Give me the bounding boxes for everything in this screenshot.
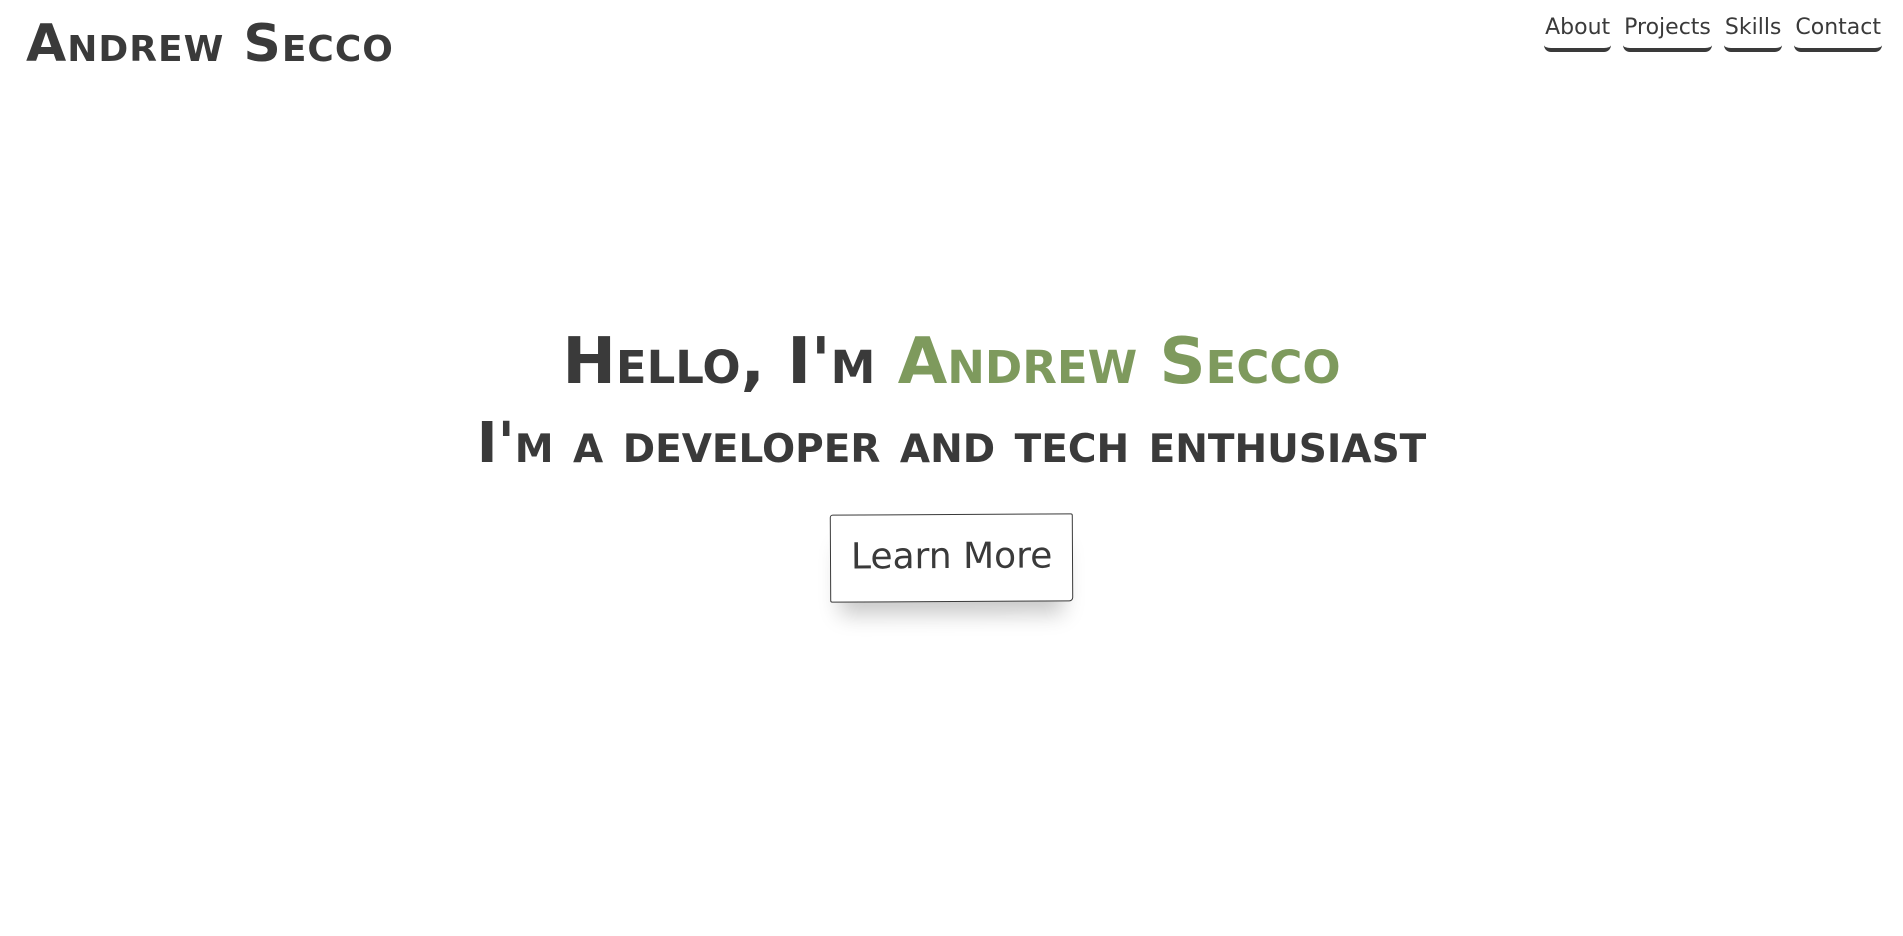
hero-heading: Hello, I'm Andrew Secco bbox=[0, 320, 1903, 404]
nav-link-skills[interactable]: Skills bbox=[1723, 14, 1783, 52]
hero-name: Andrew Secco bbox=[897, 325, 1341, 399]
site-logo[interactable]: Andrew Secco bbox=[26, 14, 394, 74]
hero-section: Hello, I'm Andrew Secco I'm a developer … bbox=[0, 320, 1903, 603]
nav-link-contact[interactable]: Contact bbox=[1794, 14, 1882, 52]
learn-more-button[interactable]: Learn More bbox=[829, 513, 1074, 603]
hero-tagline: I'm a developer and tech enthusiast bbox=[476, 411, 1427, 476]
site-header: Andrew Secco About Projects Skills Conta… bbox=[0, 0, 1903, 90]
nav-link-projects[interactable]: Projects bbox=[1623, 14, 1712, 52]
main-nav: About Projects Skills Contact bbox=[1544, 14, 1882, 52]
cta-wrapper: Learn More bbox=[0, 513, 1903, 603]
hero-greeting: Hello, I'm bbox=[562, 325, 898, 399]
nav-link-about[interactable]: About bbox=[1544, 14, 1612, 52]
